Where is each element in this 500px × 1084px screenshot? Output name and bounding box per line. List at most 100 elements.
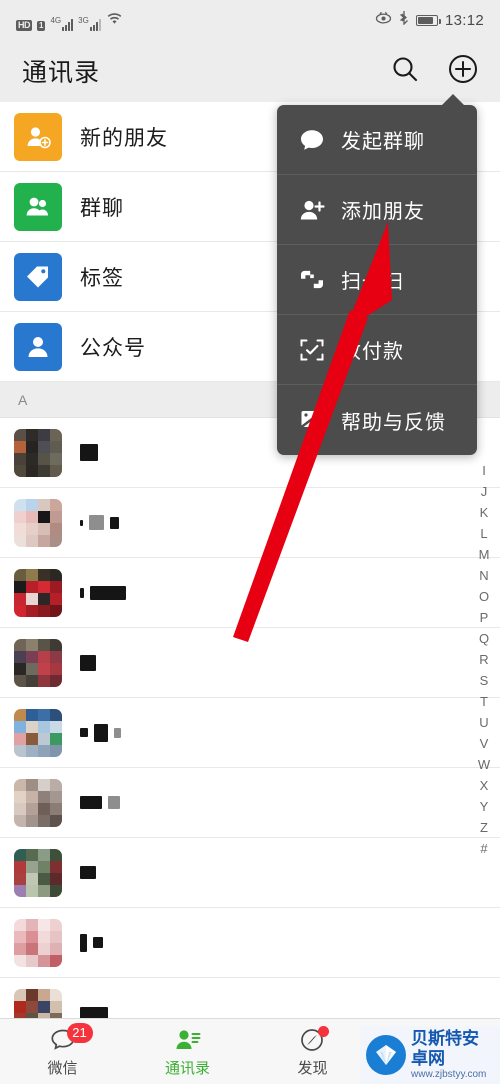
scan-icon	[297, 267, 327, 293]
contact-name-redacted	[80, 849, 96, 897]
shortcut-label: 标签	[80, 266, 124, 290]
contact-name-redacted	[80, 989, 108, 1018]
index-letter[interactable]: I	[482, 460, 486, 481]
tag-icon	[14, 252, 62, 301]
menu-item-label: 添加朋友	[341, 201, 425, 223]
signal-4g-icon: 4G	[50, 16, 74, 31]
index-letter[interactable]: J	[481, 481, 488, 502]
contact-row[interactable]	[0, 838, 500, 908]
compass-icon	[299, 1025, 329, 1054]
tab-discover[interactable]: 发现	[250, 1019, 375, 1084]
bluetooth-icon	[399, 10, 409, 30]
menu-caret	[441, 94, 465, 106]
signal-3g-icon: 3G	[78, 17, 101, 31]
group-chat-icon	[14, 182, 62, 231]
mosaic-avatar	[14, 708, 62, 757]
search-icon[interactable]	[390, 54, 420, 89]
menu-item-pay-receive[interactable]: 收付款	[277, 315, 477, 385]
official-account-icon	[14, 322, 62, 371]
index-letter[interactable]: T	[480, 691, 488, 712]
index-letter[interactable]: R	[479, 649, 488, 670]
alphabet-index[interactable]: I J K L M N O P Q R S T U V W X Y Z #	[472, 460, 496, 859]
contact-name-redacted	[80, 779, 120, 827]
index-letter[interactable]: #	[480, 838, 487, 859]
index-letter[interactable]: K	[480, 502, 489, 523]
contact-name-redacted	[80, 709, 121, 757]
tab-label: 发现	[297, 1059, 328, 1077]
menu-item-label: 扫一扫	[341, 271, 404, 293]
contact-row[interactable]	[0, 908, 500, 978]
contact-row[interactable]	[0, 698, 500, 768]
index-letter[interactable]: V	[480, 733, 489, 754]
contact-row[interactable]	[0, 768, 500, 838]
contact-row[interactable]	[0, 488, 500, 558]
contact-name-redacted	[80, 639, 96, 687]
tab-label: 微信	[47, 1059, 78, 1077]
index-letter[interactable]: W	[478, 754, 490, 775]
contact-row[interactable]	[0, 628, 500, 698]
discover-red-dot	[317, 1025, 329, 1037]
header-actions	[390, 54, 478, 89]
index-letter[interactable]: Y	[480, 796, 489, 817]
contact-row[interactable]	[0, 558, 500, 628]
index-letter[interactable]: S	[480, 670, 489, 691]
contact-name-redacted	[80, 499, 119, 547]
index-letter[interactable]: P	[480, 607, 489, 628]
mosaic-avatar	[14, 988, 62, 1018]
header-plus-menu[interactable]: 发起群聊 添加朋友 扫一扫 收付款 帮助与反馈	[277, 94, 477, 455]
tab-contacts[interactable]: 通讯录	[125, 1019, 250, 1084]
help-feedback-icon	[297, 407, 327, 433]
mosaic-avatar	[14, 498, 62, 547]
mosaic-avatar	[14, 848, 62, 897]
contact-row[interactable]	[0, 978, 500, 1018]
watermark-url: www.zjbstyy.com	[411, 1069, 487, 1080]
menu-item-label: 帮助与反馈	[341, 411, 446, 434]
contact-rows-container	[0, 418, 500, 1018]
add-friend-icon	[297, 197, 327, 223]
shortcut-label: 群聊	[80, 196, 124, 220]
index-letter[interactable]: M	[479, 544, 490, 565]
plus-circle-icon[interactable]	[448, 54, 478, 89]
sim-icon: 1	[37, 21, 46, 31]
index-letter[interactable]: Q	[479, 628, 489, 649]
status-bar: HD 1 4G 3G 13:12	[0, 0, 500, 40]
shortcut-label: 公众号	[80, 336, 146, 360]
contacts-icon	[174, 1026, 202, 1054]
tab-wechat[interactable]: 21 微信	[0, 1019, 125, 1084]
shortcut-label: 新的朋友	[80, 126, 168, 150]
pay-receive-icon	[297, 337, 327, 363]
watermark-title: 贝斯特安卓网	[411, 1029, 479, 1068]
index-letter[interactable]: L	[480, 523, 487, 544]
network-primary-label: 4G	[50, 16, 62, 25]
mosaic-avatar	[14, 428, 62, 477]
eye-comfort-icon	[375, 11, 392, 29]
app-header: 通讯录	[0, 40, 500, 102]
status-bar-clock: 13:12	[444, 11, 484, 29]
mosaic-avatar	[14, 918, 62, 967]
contact-name-redacted	[80, 569, 126, 617]
index-letter[interactable]: N	[479, 565, 488, 586]
chat-bubble-icon: 21	[49, 1022, 93, 1054]
wifi-icon	[106, 12, 123, 30]
contact-name-redacted	[80, 429, 98, 477]
index-letter[interactable]: O	[479, 586, 489, 607]
mosaic-avatar	[14, 778, 62, 827]
battery-icon	[415, 14, 441, 26]
mosaic-avatar	[14, 568, 62, 617]
menu-item-add-friend[interactable]: 添加朋友	[277, 175, 477, 245]
mosaic-avatar	[14, 638, 62, 687]
watermark-text: 贝斯特安卓网 www.zjbstyy.com	[411, 1029, 494, 1081]
new-friend-icon	[14, 112, 62, 161]
index-letter[interactable]: X	[480, 775, 489, 796]
hd-icon: HD	[16, 20, 32, 31]
contact-name-redacted	[80, 919, 103, 967]
watermark-logo-icon	[366, 1035, 406, 1075]
index-letter[interactable]: U	[479, 712, 488, 733]
index-letter[interactable]: Z	[480, 817, 488, 838]
menu-item-start-group-chat[interactable]: 发起群聊	[277, 105, 477, 175]
menu-item-help-feedback[interactable]: 帮助与反馈	[277, 385, 477, 455]
tab-label: 通讯录	[164, 1059, 210, 1077]
network-secondary-label: 3G	[78, 16, 89, 25]
site-watermark: 贝斯特安卓网 www.zjbstyy.com	[360, 1026, 500, 1084]
menu-item-scan[interactable]: 扫一扫	[277, 245, 477, 315]
